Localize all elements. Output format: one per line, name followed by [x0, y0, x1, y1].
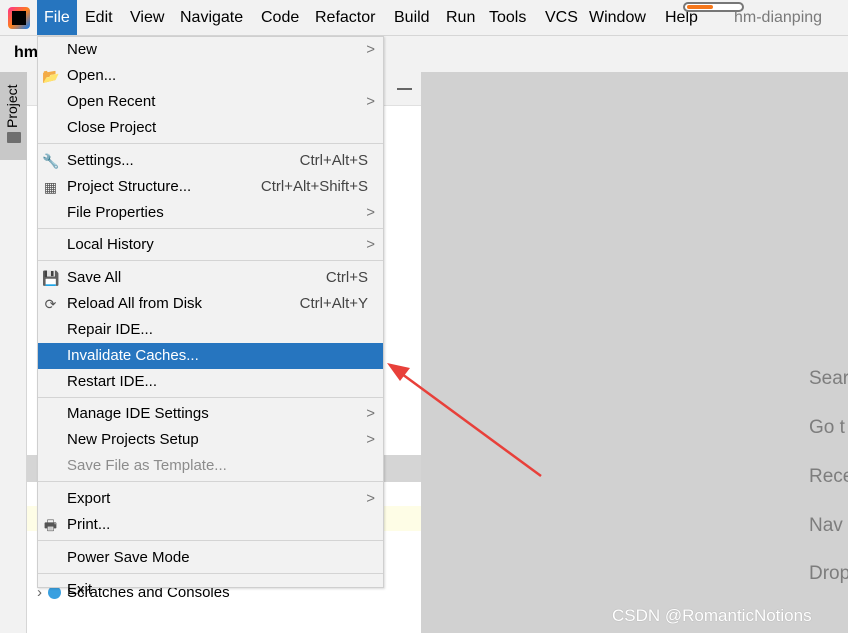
annotation-arrow: [387, 363, 542, 478]
